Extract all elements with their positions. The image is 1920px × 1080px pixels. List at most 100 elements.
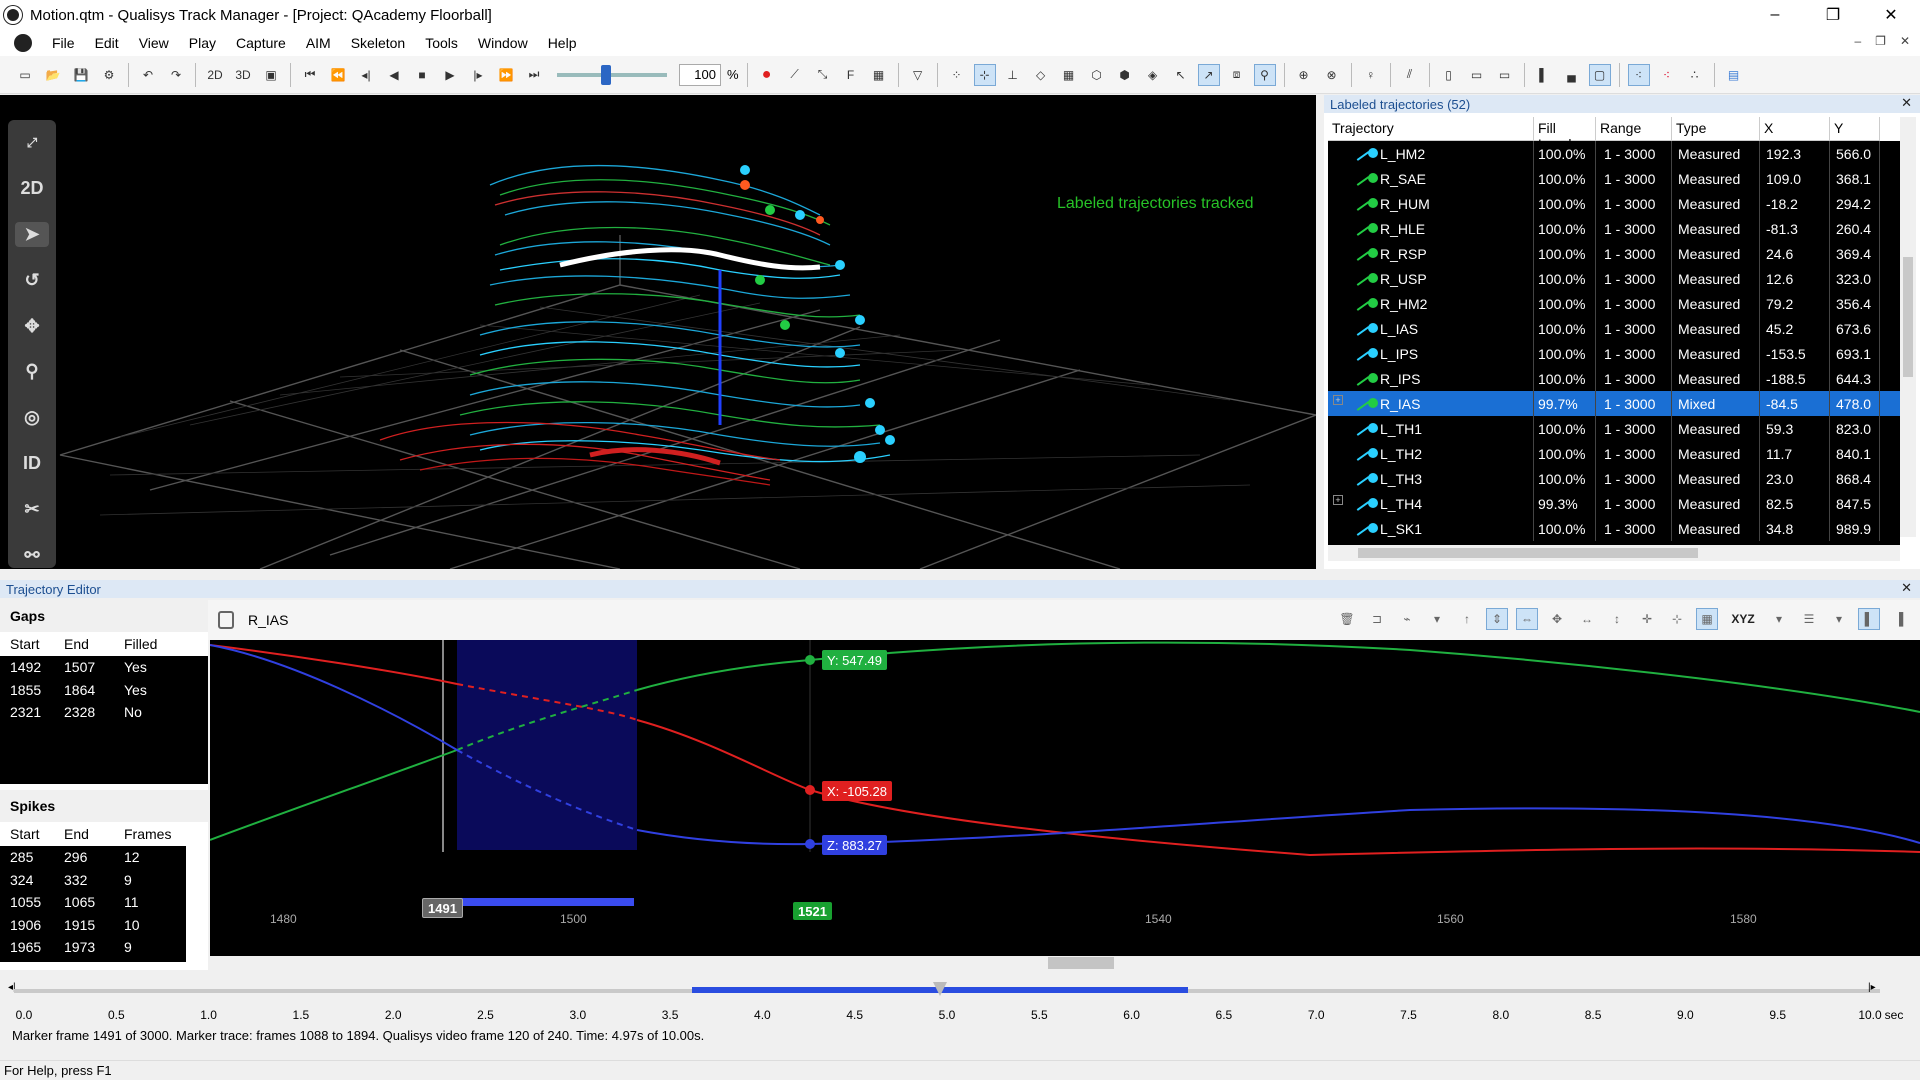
smooth-icon[interactable]: ⌁ [1396,608,1418,630]
graph-canvas[interactable] [210,640,1920,956]
axes-icon[interactable]: ⊥ [1002,64,1024,86]
playback-speed-slider[interactable] [557,64,667,85]
menu-file[interactable]: File [42,35,85,51]
table-vertical-scrollbar[interactable] [1900,117,1916,537]
spike-row[interactable]: 1906 1915 10 [0,913,186,936]
list-dropdown-icon[interactable]: ▾ [1828,608,1850,630]
gap-row[interactable]: 1855 1864 Yes [0,678,208,701]
y-axis-icon[interactable]: ↑ [1456,608,1478,630]
undo-icon[interactable]: ↶ [137,64,159,86]
id-tool-button[interactable]: ID [15,451,49,477]
spike-row[interactable]: 324 332 9 [0,868,186,891]
redo-icon[interactable]: ↷ [165,64,187,86]
mdi-close-icon[interactable]: ✕ [1900,34,1910,48]
zoom-center-icon[interactable]: ✛ [1636,608,1658,630]
trajectory-row-R_IPS[interactable]: R_IPS 100.0% 1 - 3000 Measured -188.5 644.3 [1328,366,1900,391]
center-target-icon[interactable]: ◎ [15,405,49,431]
xyz-dropdown-icon[interactable]: ▾ [1768,608,1790,630]
step-forward-icon[interactable]: |▸ [467,64,489,86]
scrollbar-thumb[interactable] [1048,957,1114,969]
table-horizontal-scrollbar[interactable] [1328,545,1900,561]
new-file-icon[interactable]: ▭ [14,64,36,86]
auto-x-icon[interactable]: ⇔ [1516,608,1538,630]
menu-window[interactable]: Window [468,35,538,51]
gap-range-bar[interactable] [452,898,634,906]
editor-close-icon[interactable]: ✕ [1901,580,1912,596]
cube-dark-icon[interactable]: ⬢ [1114,64,1136,86]
fit-all-icon[interactable]: ✥ [1546,608,1568,630]
expand-toggle-icon[interactable]: + [1333,495,1343,505]
layout-2-icon[interactable]: ▭ [1466,64,1488,86]
trace-icon[interactable]: ↗ [1197,63,1220,86]
gaps-col-filled[interactable]: Filled [114,636,184,652]
trajectory-row-L_TH2[interactable]: L_TH2 100.0% 1 - 3000 Measured 11.7 840.1 [1328,441,1900,466]
select-pointer-icon[interactable]: ➤ [15,221,49,248]
trajectory-row-R_SAE[interactable]: R_SAE 100.0% 1 - 3000 Measured 109.0 368.1 [1328,166,1900,191]
menu-capture[interactable]: Capture [226,35,296,51]
spikes-col-start[interactable]: Start [0,826,54,842]
3d-scene[interactable] [0,95,1316,569]
col-type[interactable]: Type [1672,117,1760,141]
menu-aim[interactable]: AIM [296,35,341,51]
mdi-minimize-icon[interactable]: – [1854,34,1861,48]
3d-view[interactable]: Labeled trajectories tracked [0,95,1316,569]
spikes-col-end[interactable]: End [54,826,114,842]
save-icon[interactable]: 💾 [70,64,92,86]
menu-edit[interactable]: Edit [85,35,129,51]
menu-view[interactable]: View [129,35,179,51]
record-icon[interactable]: ● [756,64,778,86]
playback-speed-field[interactable]: 100 [679,63,721,86]
panel-full-icon[interactable]: ▢ [1588,63,1611,86]
left-pane-toggle-icon[interactable]: ▌ [1858,608,1880,630]
trajectory-table[interactable]: Trajectory Fill Level Range Type X Y L_H… [1328,117,1900,557]
trajectory-row-R_IAS[interactable]: + R_IAS 99.7% 1 - 3000 Mixed -84.5 478.0 [1328,391,1900,416]
y-point-marker[interactable] [805,655,815,665]
spike-row[interactable]: 1965 1973 9 [0,936,186,959]
zoom-point-icon[interactable]: ⊹ [1666,608,1688,630]
delete-icon[interactable]: 🗑 [1336,608,1358,630]
rotate-icon[interactable]: ↺ [15,267,49,293]
mode-2d-button[interactable]: 2D [15,176,49,202]
last-frame-icon[interactable]: ⏭ [523,64,545,86]
gray-markers-icon[interactable]: ∴ [1684,64,1706,86]
video-view-icon[interactable]: ▣ [260,64,282,86]
menu-tools[interactable]: Tools [415,35,468,51]
spike-row[interactable]: 1055 1065 11 [0,891,186,914]
trajectory-row-R_HLE[interactable]: R_HLE 100.0% 1 - 3000 Measured -81.3 260.4 [1328,216,1900,241]
menu-skeleton[interactable]: Skeleton [341,35,415,51]
gap-row[interactable]: 1492 1507 Yes [0,656,208,679]
trajectory-row-L_TH3[interactable]: L_TH3 100.0% 1 - 3000 Measured 23.0 868.4 [1328,466,1900,491]
col-y[interactable]: Y [1830,117,1880,141]
trajectory-row-R_RSP[interactable]: R_RSP 100.0% 1 - 3000 Measured 24.6 369.4 [1328,241,1900,266]
z-point-marker[interactable] [805,839,815,849]
right-pane-toggle-icon[interactable]: ▐ [1888,608,1910,630]
target-icon[interactable]: ⊗ [1321,64,1343,86]
menu-play[interactable]: Play [179,35,226,51]
minimize-button[interactable]: – [1746,0,1804,30]
gap-row[interactable]: 2321 2328 No [0,701,208,724]
trajectory-graph[interactable]: Y: 547.49 X: -105.28 Z: 883.27 1491 1521… [210,640,1920,956]
pointer-icon[interactable]: ↖ [1170,64,1192,86]
col-trajectory[interactable]: Trajectory [1328,117,1534,141]
calibration-icon[interactable]: ▤ [1723,64,1745,86]
xyz-select-button[interactable]: XYZ [1726,608,1760,630]
move-icon[interactable]: ✥ [15,313,49,339]
play-forward-icon[interactable]: ▶ [439,64,461,86]
timeline[interactable]: ◂| |▸ 0.0 0.5 1.0 1.5 2.0 2.5 3.0 3.5 4.0 4.5 5.0 5… [0,972,1920,1028]
gaps-col-end[interactable]: End [54,636,114,652]
spikes-list[interactable]: 285 296 12 324 332 9 1055 1065 11 1906 1915 10 1965 1… [0,846,186,962]
trajectory-row-L_TH4[interactable]: + L_TH4 99.3% 1 - 3000 Measured 82.5 847.5 [1328,491,1900,516]
fit-horizontal-icon[interactable]: ↔ [1576,608,1598,630]
mdi-restore-icon[interactable]: ❐ [1875,34,1886,48]
auto-y-icon[interactable]: ⇕ [1486,608,1508,630]
panel-bottom-icon[interactable]: ▄ [1561,64,1583,86]
timeline-end-icon[interactable]: |▸ [1868,982,1876,993]
select-tool-icon[interactable]: ⊹ [973,63,996,86]
menu-help[interactable]: Help [538,35,587,51]
auto-range-icon[interactable]: ▦ [1696,608,1718,630]
col-x[interactable]: X [1760,117,1830,141]
link-icon[interactable]: ⤡ [812,64,834,86]
camera-icon[interactable]: ⧈ [1226,64,1248,86]
spikes-col-frames[interactable]: Frames [114,826,184,842]
gaps-list[interactable]: 1492 1507 Yes 1855 1864 Yes 2321 2328 No [0,656,208,784]
